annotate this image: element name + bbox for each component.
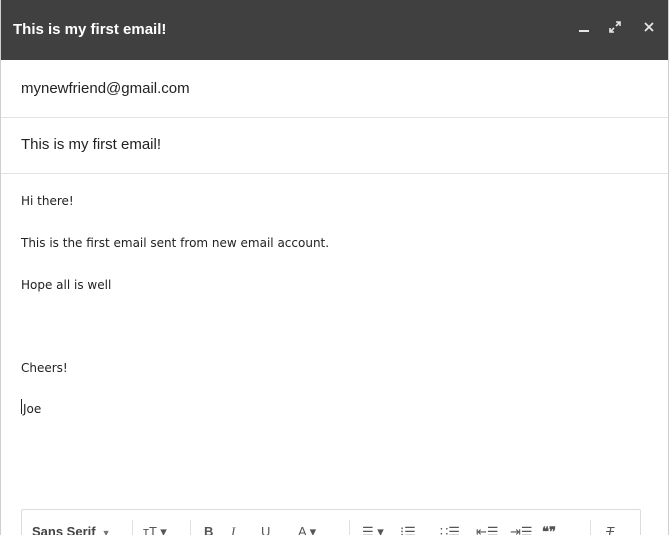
- text-color-label: A: [298, 524, 306, 535]
- compose-window: This is my first email! mynewfriend@gmai…: [0, 0, 669, 535]
- indent-less-icon[interactable]: ⇤☰: [476, 524, 499, 535]
- chevron-down-icon: ▼: [101, 528, 111, 535]
- text-size-icon[interactable]: тT ▾: [143, 524, 167, 535]
- subject-field[interactable]: This is my first email!: [1, 118, 668, 174]
- expand-icon[interactable]: [604, 17, 626, 39]
- toolbar-divider: [349, 520, 350, 535]
- message-line: Joe: [23, 402, 42, 416]
- text-color-button[interactable]: A ▾: [298, 524, 316, 535]
- bulleted-list-icon[interactable]: ∷☰: [440, 524, 460, 535]
- message-line: This is the first email sent from new em…: [21, 236, 330, 250]
- underline-button[interactable]: U: [261, 524, 270, 535]
- font-family-label: Sans Serif: [32, 524, 96, 535]
- message-line: Cheers!: [21, 361, 68, 375]
- toolbar-divider: [132, 520, 133, 535]
- subject-text: This is my first email!: [21, 136, 162, 153]
- to-field[interactable]: mynewfriend@gmail.com: [1, 60, 668, 118]
- quote-icon[interactable]: ❝❞: [542, 524, 556, 535]
- numbered-list-icon[interactable]: ⁝☰: [400, 524, 416, 535]
- to-recipient: mynewfriend@gmail.com: [21, 80, 190, 97]
- minimize-icon[interactable]: [573, 17, 595, 39]
- toolbar-divider: [590, 520, 591, 535]
- align-icon[interactable]: ☰ ▾: [362, 524, 384, 535]
- message-line: Hi there!: [21, 194, 74, 208]
- text-cursor: [21, 399, 22, 414]
- compose-title: This is my first email!: [13, 21, 167, 38]
- clear-formatting-button[interactable]: T: [606, 524, 614, 535]
- formatting-toolbar: Sans Serif ▼ тT ▾ B I U A ▾ ☰ ▾ ⁝☰ ∷☰ ⇤☰ …: [21, 509, 641, 535]
- bold-button[interactable]: B: [204, 524, 213, 535]
- indent-more-icon[interactable]: ⇥☰: [510, 524, 533, 535]
- compose-titlebar[interactable]: This is my first email!: [1, 0, 668, 60]
- font-family-select[interactable]: Sans Serif ▼: [32, 524, 111, 535]
- toolbar-divider: [190, 520, 191, 535]
- message-line: Hope all is well: [21, 278, 112, 292]
- close-icon[interactable]: [638, 17, 660, 39]
- italic-button[interactable]: I: [231, 524, 235, 535]
